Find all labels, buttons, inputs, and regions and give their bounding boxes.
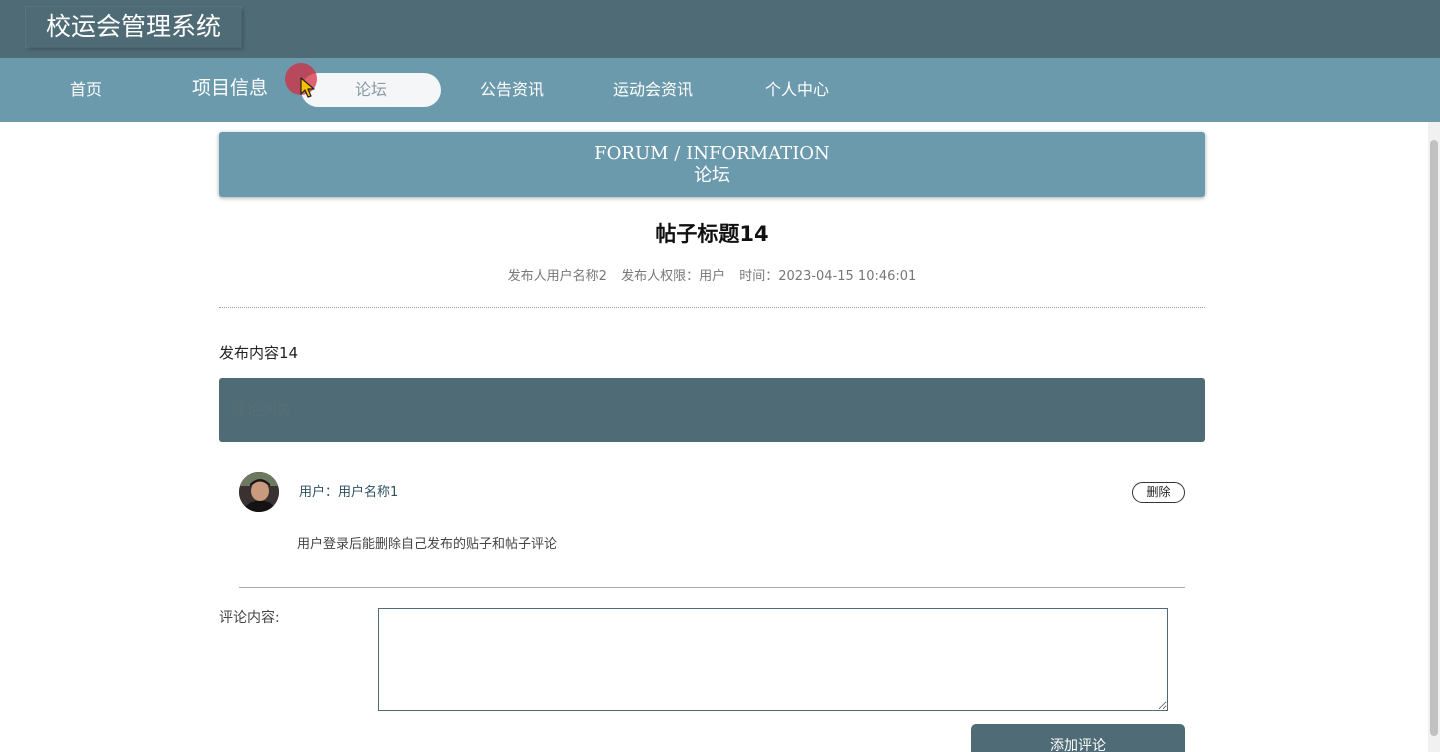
nav-item-forum[interactable]: 论坛: [301, 73, 441, 107]
delete-comment-button[interactable]: 删除: [1132, 482, 1185, 503]
avatar: [239, 472, 279, 512]
comment-list-header: 评论列表: [219, 378, 1205, 442]
main-nav: 首页 项目信息 论坛 公告资讯 运动会资讯 个人中心: [0, 58, 1440, 122]
comment-divider: [239, 587, 1185, 588]
section-banner: FORUM / INFORMATION 论坛: [219, 132, 1205, 197]
banner-title-en: FORUM / INFORMATION: [594, 143, 830, 164]
banner-title-cn: 论坛: [694, 165, 730, 186]
post-author: 发布人用户名称2: [507, 269, 607, 284]
nav-item-personal-center[interactable]: 个人中心: [747, 58, 847, 122]
mouse-cursor-icon: [300, 77, 315, 98]
top-header: 校运会管理系统: [0, 0, 1440, 58]
post-time: 时间：2023-04-15 10:46:01: [739, 269, 917, 284]
post-content: 发布内容14: [219, 344, 299, 362]
nav-item-announcements[interactable]: 公告资讯: [462, 58, 562, 122]
nav-item-home[interactable]: 首页: [44, 58, 128, 122]
app-title[interactable]: 校运会管理系统: [26, 7, 242, 47]
comment-list-label: 评论列表: [231, 401, 292, 419]
post-title: 帖子标题14: [655, 222, 769, 246]
post-role: 发布人权限：用户: [621, 269, 726, 284]
comment-user: 用户：用户名称1: [299, 485, 399, 500]
comment-text: 用户登录后能删除自己发布的贴子和帖子评论: [297, 537, 558, 552]
scrollbar-thumb[interactable]: [1430, 140, 1438, 736]
nav-item-sports-news[interactable]: 运动会资讯: [598, 58, 708, 122]
comment-content-label: 评论内容:: [219, 610, 280, 626]
divider: [219, 307, 1205, 308]
add-comment-button[interactable]: 添加评论: [971, 724, 1185, 752]
post-meta: 发布人用户名称2 发布人权限：用户 时间：2023-04-15 10:46:01: [219, 268, 1205, 286]
user-avatar-icon: [239, 472, 279, 512]
nav-item-projects[interactable]: 项目信息: [180, 58, 280, 122]
page-scrollbar[interactable]: [1428, 122, 1440, 752]
comment-content-input[interactable]: [378, 608, 1168, 711]
